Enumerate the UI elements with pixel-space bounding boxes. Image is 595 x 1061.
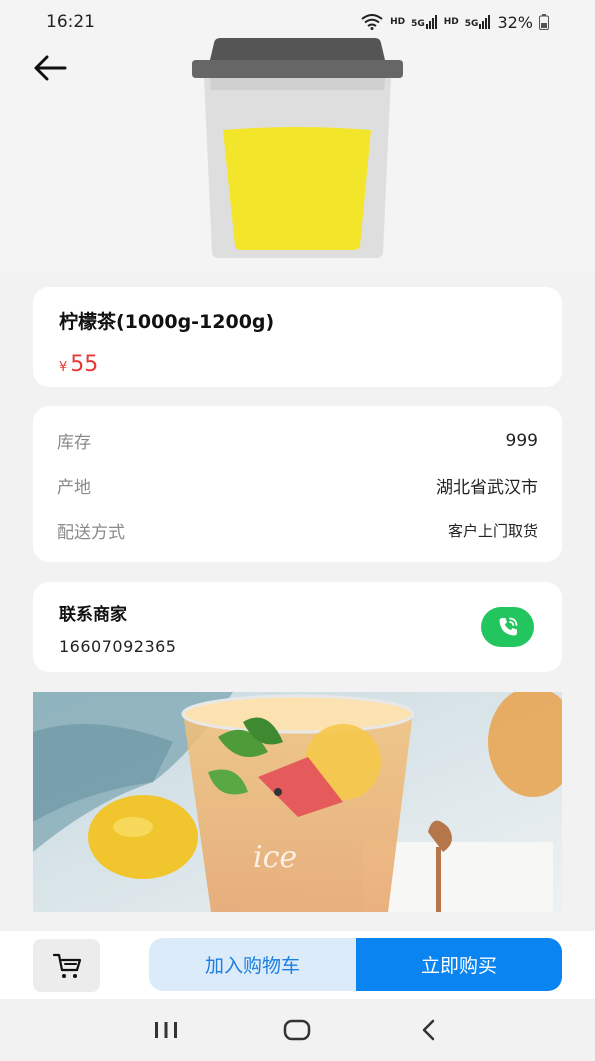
product-name: 柠檬茶(1000g-1200g): [59, 311, 275, 333]
info-value: 999: [505, 430, 538, 451]
status-icons: HD 5G HD 5G 32%: [360, 13, 549, 32]
contact-title: 联系商家: [59, 605, 127, 625]
recent-apps-button[interactable]: [146, 1010, 186, 1050]
add-to-cart-button[interactable]: 加入购物车: [149, 938, 356, 991]
info-value: 客户上门取货: [447, 522, 538, 540]
home-icon: [284, 1019, 311, 1041]
battery-icon: [539, 14, 549, 30]
info-label: 产地: [57, 478, 91, 498]
system-nav-bar: [0, 999, 595, 1061]
product-title-card: 柠檬茶(1000g-1200g) ¥ 55: [33, 287, 562, 387]
lemon-tea-photo: ice: [33, 692, 562, 912]
currency-symbol: ¥: [59, 360, 68, 375]
product-hero: 16:21 HD 5G HD 5G 32%: [0, 0, 595, 272]
buy-now-button[interactable]: 立即购买: [356, 938, 562, 991]
nav-back-icon: [422, 1019, 435, 1041]
recent-apps-icon: [154, 1022, 177, 1038]
info-label: 配送方式: [57, 523, 125, 543]
wifi-icon: [361, 14, 383, 30]
bottom-action-bar: 加入购物车 立即购买: [0, 931, 595, 999]
info-row-delivery: 配送方式 客户上门取货: [57, 508, 538, 553]
contact-card: 联系商家 16607092365: [33, 582, 562, 672]
network-label-5g: 5G: [464, 19, 479, 29]
call-button[interactable]: [481, 607, 534, 647]
signal-icon: 5G: [465, 15, 492, 29]
product-photo: ice: [33, 692, 562, 912]
drink-cup-image: [192, 38, 403, 258]
price-value: 55: [70, 352, 99, 377]
phone-icon: [499, 617, 517, 636]
network-label-5g: 5G: [411, 19, 425, 29]
network-label-hd: HD: [390, 17, 406, 27]
signal-icon: 5G: [411, 15, 438, 29]
product-info-card: 库存 999 产地 湖北省武汉市 配送方式 客户上门取货: [33, 406, 562, 562]
info-row-stock: 库存 999: [57, 418, 538, 463]
cart-icon: [52, 953, 81, 978]
network-label-hd: HD: [443, 17, 459, 27]
home-button[interactable]: [277, 1010, 317, 1050]
back-arrow-icon: [34, 55, 67, 81]
info-label: 库存: [57, 433, 91, 453]
status-time: 16:21: [46, 12, 95, 32]
svg-text:ice: ice: [253, 840, 297, 875]
contact-phone: 16607092365: [59, 637, 177, 656]
product-price: ¥ 55: [59, 352, 536, 377]
info-row-origin: 产地 湖北省武汉市: [57, 463, 538, 508]
cart-button[interactable]: [33, 939, 100, 992]
back-button[interactable]: [30, 50, 70, 86]
battery-percent: 32%: [497, 12, 533, 32]
nav-back-button[interactable]: [409, 1010, 449, 1050]
info-value: 湖北省武汉市: [436, 478, 538, 498]
